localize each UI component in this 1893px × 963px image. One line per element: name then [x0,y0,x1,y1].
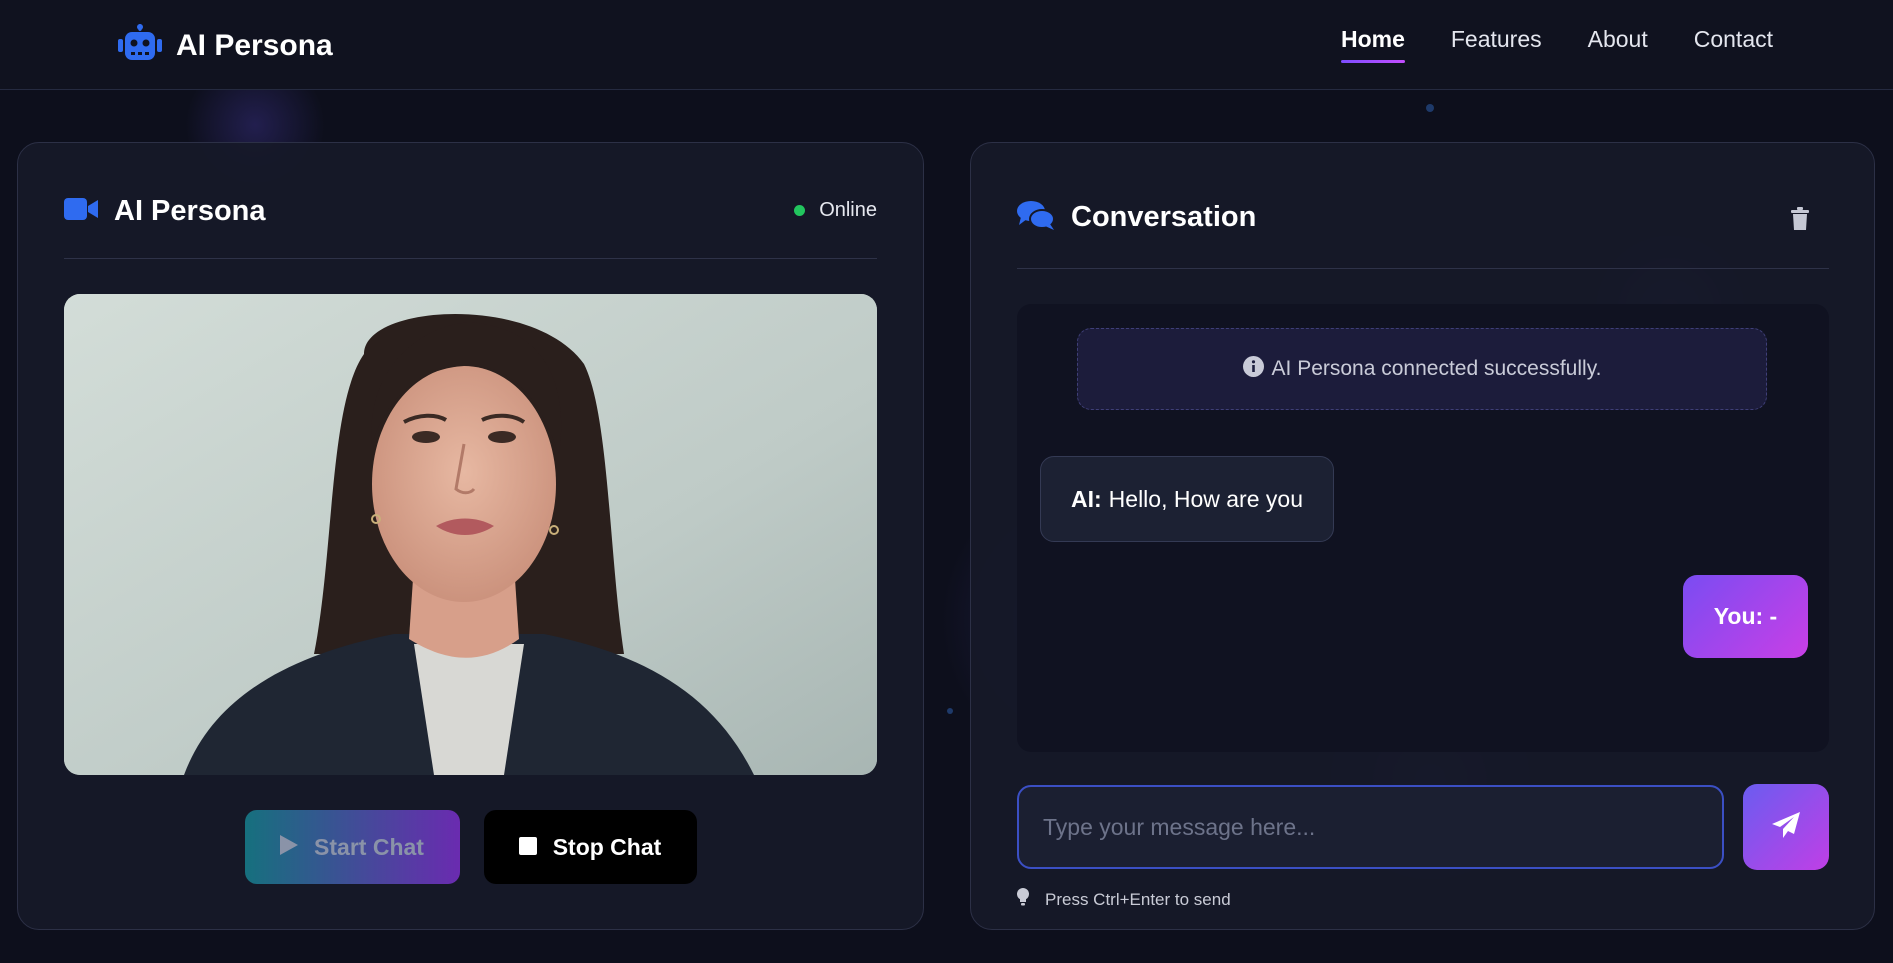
nav-features[interactable]: Features [1451,26,1542,63]
status-dot [794,205,806,216]
background-dot [947,708,953,714]
persona-panel: AI Persona Online Start Chat Stop Chat [17,142,924,930]
main-nav: Home Features About Contact [1340,26,1773,63]
stop-chat-button[interactable]: Stop Chat [483,810,697,884]
ai-message-text: Hello, How are you [1108,485,1303,512]
video-camera-icon [64,197,98,226]
info-icon [1242,355,1264,383]
persona-video [64,294,877,775]
clear-chat-button[interactable] [1790,207,1810,231]
system-message-text: AI Persona connected successfully. [1271,357,1602,380]
comments-icon [1017,199,1055,236]
status-indicator: Online [794,199,877,222]
start-chat-button[interactable]: Start Chat [244,810,460,884]
stop-icon [518,834,537,861]
stop-chat-label: Stop Chat [552,833,662,860]
conversation-header: Conversation [1017,199,1256,236]
play-icon [280,834,299,861]
start-chat-label: Start Chat [314,833,424,860]
background-dot [1426,104,1434,112]
panel-divider [64,258,877,259]
persona-panel-header: AI Persona [64,195,266,228]
system-message: AI Persona connected successfully. [1077,328,1767,410]
chat-messages: AI Persona connected successfully. AI: H… [1017,304,1829,752]
robot-icon [118,24,162,67]
top-navbar: AI Persona Home Features About Contact [0,0,1893,90]
nav-contact[interactable]: Contact [1694,26,1773,63]
user-message-text: You: - [1713,603,1778,629]
send-hint: Press Ctrl+Enter to send [1017,888,1231,911]
panel-divider [1017,268,1829,269]
conversation-panel: Conversation AI Persona connected succes… [970,142,1875,930]
paper-plane-icon [1772,811,1800,843]
send-hint-text: Press Ctrl+Enter to send [1045,889,1231,909]
persona-panel-title: AI Persona [114,195,266,227]
user-message-bubble: You: - [1683,575,1808,658]
send-button[interactable] [1743,784,1829,870]
brand-title: AI Persona [176,28,333,62]
trash-icon [1790,207,1810,235]
brand[interactable]: AI Persona [118,24,333,67]
conversation-title: Conversation [1071,201,1257,233]
status-text: Online [819,199,877,221]
nav-about[interactable]: About [1588,26,1648,63]
lightbulb-icon [1017,888,1029,911]
message-input[interactable] [1017,785,1724,869]
chat-controls: Start Chat Stop Chat [18,810,923,884]
ai-message-bubble: AI: Hello, How are you [1040,456,1334,542]
nav-home[interactable]: Home [1340,26,1405,63]
ai-speaker-label: AI: [1071,485,1102,512]
